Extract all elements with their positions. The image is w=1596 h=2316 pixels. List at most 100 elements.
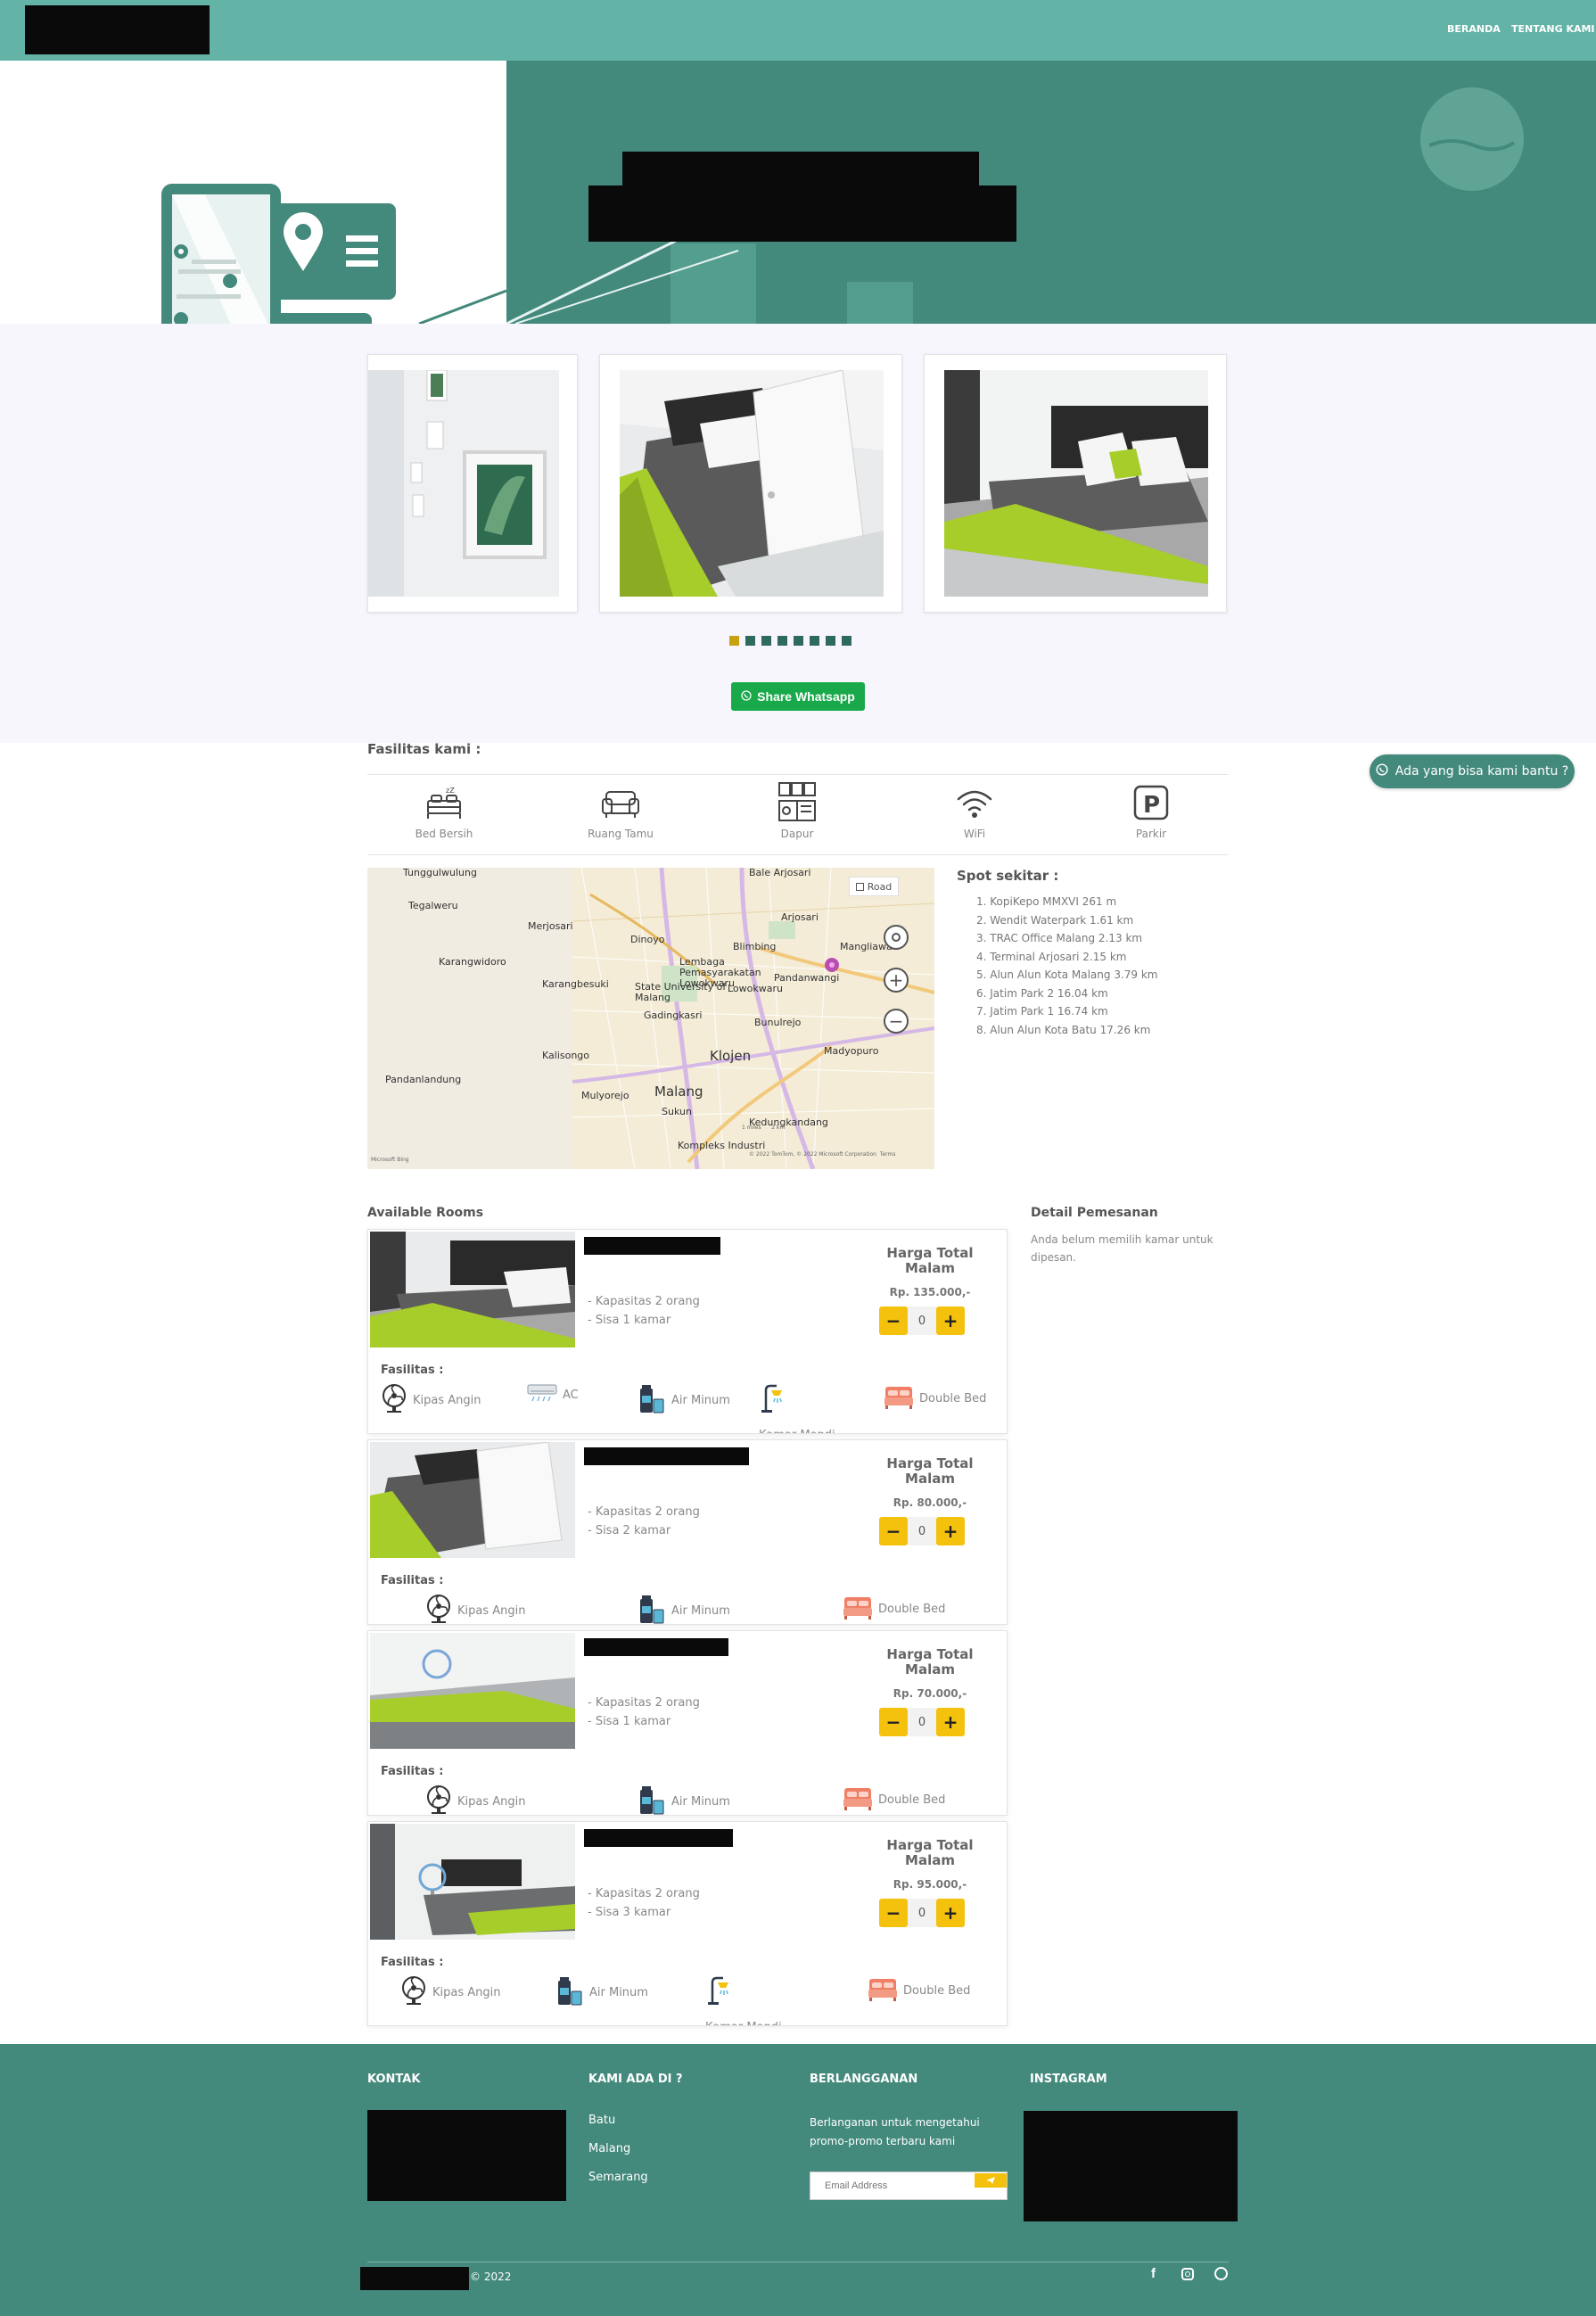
room-facility: Air Minum (555, 1975, 648, 2009)
send-icon (986, 2177, 995, 2184)
room-facility: Kipas Angin (425, 1594, 526, 1624)
double-bed-icon (843, 1594, 873, 1624)
gallery-card[interactable] (367, 354, 578, 613)
locate-me-button[interactable] (884, 925, 909, 950)
room-capacity: - Kapasitas 2 orang (588, 1295, 700, 1308)
room-facility: Kipas Angin (400, 1975, 501, 2009)
gallery-dot[interactable] (794, 636, 803, 646)
svg-text:P: P (1143, 792, 1160, 819)
footer-location-link[interactable]: Batu (588, 2114, 615, 2127)
double-bed-icon (884, 1383, 914, 1414)
decrease-button[interactable]: − (879, 1517, 908, 1545)
increase-button[interactable]: + (936, 1306, 965, 1335)
nav-link-beranda[interactable]: BERANDA (1447, 23, 1501, 35)
increase-button[interactable]: + (936, 1517, 965, 1545)
hero-title (622, 152, 979, 185)
facility-label: Bed Bersih (415, 828, 473, 840)
gallery-dot[interactable] (810, 636, 819, 646)
zoom-in-button[interactable]: + (884, 968, 909, 993)
footer-location-link[interactable]: Semarang (588, 2171, 648, 2184)
brand-logo[interactable] (25, 5, 210, 54)
quantity-value[interactable]: 0 (908, 1899, 936, 1927)
room-facility: Double Bed (868, 1975, 970, 2006)
email-input[interactable] (810, 2172, 975, 2199)
room-facility: Kipas Angin (425, 1784, 526, 1815)
map-layer-icon (855, 882, 864, 891)
map-scale: 1 miles 2 km (742, 1125, 786, 1131)
help-chat-button[interactable]: Ada yang bisa kami bantu ? (1370, 754, 1575, 788)
subscribe-button[interactable] (975, 2173, 1007, 2188)
room-facility: Air Minum (638, 1784, 730, 1815)
share-whatsapp-button[interactable]: Share Whatsapp (731, 682, 865, 711)
shower-icon (759, 1383, 786, 1421)
room-stock: - Sisa 3 kamar (588, 1906, 671, 1919)
room-price: Rp. 135.000,- (889, 1286, 971, 1298)
room-facility: Double Bed (884, 1383, 986, 1414)
shower-icon (705, 1975, 732, 2013)
facebook-icon[interactable]: f (1151, 2266, 1156, 2281)
gallery-dot[interactable] (745, 636, 755, 646)
parking-icon: P (1133, 785, 1169, 820)
gallery-dot[interactable] (761, 636, 771, 646)
ac-icon (527, 1383, 557, 1406)
footer-subscribe-title: BERLANGGANAN (810, 2073, 918, 2086)
instagram-feed[interactable] (1024, 2111, 1238, 2221)
total-price-label: Harga Total Malam (886, 1455, 974, 1487)
share-label: Share Whatsapp (757, 689, 855, 704)
help-label: Ada yang bisa kami bantu ? (1394, 764, 1569, 779)
room-name (584, 1237, 720, 1255)
room-price: Rp. 95.000,- (893, 1878, 967, 1891)
gallery-card[interactable] (924, 354, 1227, 613)
spot-item: 5. Alun Alun Kota Malang 3.79 km (976, 968, 1158, 981)
gallery-dot[interactable] (729, 636, 739, 646)
water-icon (638, 1594, 666, 1624)
gallery-dot[interactable] (842, 636, 851, 646)
decrease-button[interactable]: − (879, 1899, 908, 1927)
gallery-card[interactable] (599, 354, 902, 613)
water-icon (638, 1784, 666, 1815)
facility-parkir: P Parkir (1107, 785, 1196, 840)
photo-gallery (0, 324, 1596, 743)
quantity-value[interactable]: 0 (908, 1306, 936, 1335)
instagram-icon[interactable] (1181, 2268, 1194, 2280)
map-place-label: Kompleks Industri (678, 1140, 766, 1151)
facility-ruang-tamu: Ruang Tamu (576, 785, 665, 840)
nav-link-tentang-kami[interactable]: TENTANG KAMI (1511, 23, 1595, 35)
increase-button[interactable]: + (936, 1899, 965, 1927)
wifi-icon (957, 790, 992, 818)
room-card: - Kapasitas 2 orang - Sisa 2 kamar Harga T… (367, 1439, 1008, 1625)
room-photo[interactable] (370, 1633, 575, 1749)
spot-item: 8. Alun Alun Kota Batu 17.26 km (976, 1023, 1151, 1036)
quantity-value[interactable]: 0 (908, 1708, 936, 1736)
room-photo[interactable] (370, 1824, 575, 1940)
zoom-out-button[interactable]: − (884, 1009, 909, 1034)
decrease-button[interactable]: − (879, 1306, 908, 1335)
spots-list: 1. KopiKepo MMXVI 261 m 2. Wendit Waterpa… (976, 893, 1226, 1039)
gallery-dot[interactable] (826, 636, 835, 646)
subscribe-form (810, 2172, 1008, 2200)
water-icon (638, 1383, 666, 1417)
quantity-value[interactable]: 0 (908, 1517, 936, 1545)
map-style-toggle[interactable]: Road (849, 877, 899, 896)
bed-icon: zZ (427, 787, 461, 819)
footer-contact-info (367, 2110, 566, 2201)
room-photo[interactable] (370, 1442, 575, 1558)
footer-location-link[interactable]: Malang (588, 2142, 630, 2155)
map-place-label: Klojen (710, 1048, 752, 1064)
map-attribution: © 2022 TomTom, © 2022 Microsoft Corporat… (749, 1151, 896, 1158)
room-card: - Kapasitas 2 orang - Sisa 3 kamar Harga T… (367, 1821, 1008, 2026)
footer: KONTAK KAMI ADA DI ? Batu Malang Semaran… (0, 2044, 1596, 2316)
gallery-dot[interactable] (777, 636, 787, 646)
whatsapp-icon (741, 689, 752, 704)
map-place-label: Lowokwaru (728, 983, 783, 994)
increase-button[interactable]: + (936, 1708, 965, 1736)
whatsapp-icon[interactable] (1214, 2267, 1228, 2280)
location-map[interactable]: Tunggulwulung Bale Arjosari Tegalweru Arjos… (367, 868, 934, 1169)
bing-logo: Microsoft Bing (371, 1157, 409, 1163)
spots-title: Spot sekitar : (957, 868, 1059, 884)
room-card: - Kapasitas 2 orang - Sisa 1 kamar Harga T… (367, 1630, 1008, 1816)
room-photo[interactable] (370, 1232, 575, 1348)
room-capacity: - Kapasitas 2 orang (588, 1887, 700, 1900)
room-facilities-title: Fasilitas : (381, 1765, 444, 1778)
decrease-button[interactable]: − (879, 1708, 908, 1736)
